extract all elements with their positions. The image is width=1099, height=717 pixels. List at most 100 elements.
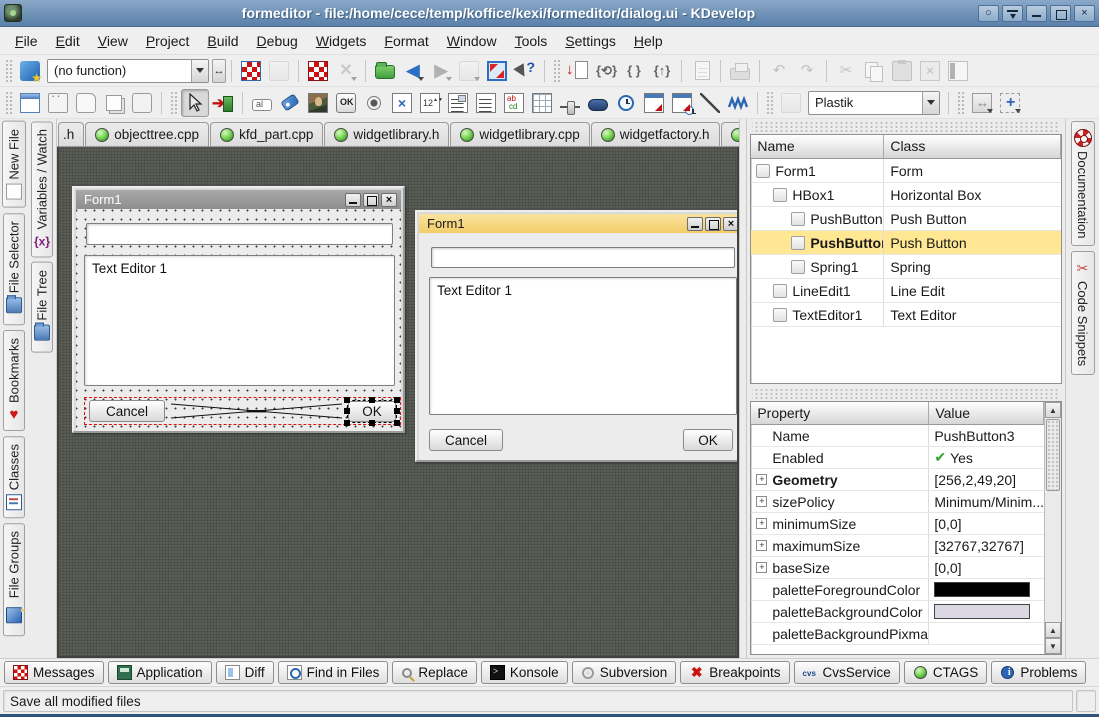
text-editor-widget[interactable]: Text Editor 1: [429, 277, 737, 415]
toolbar-drag-handle[interactable]: [553, 59, 561, 83]
tree-row-selected[interactable]: PushButton3 Push Button: [751, 231, 1061, 255]
scroll-up-button[interactable]: ▲: [1045, 622, 1061, 638]
line-widget-button[interactable]: [696, 89, 724, 117]
minimize-button[interactable]: [1026, 5, 1047, 22]
property-row-clipped[interactable]: paletteBackgroundPixmap: [751, 623, 1044, 645]
fullscreen-button[interactable]: [483, 57, 511, 85]
menu-file[interactable]: File: [6, 29, 47, 53]
switch-declaration-button[interactable]: {↑}: [648, 57, 676, 85]
expand-icon[interactable]: +: [756, 518, 767, 529]
column-header-name[interactable]: Name: [751, 135, 884, 159]
property-row[interactable]: +Geometry [256,2,49,20]: [751, 469, 1044, 491]
dock-tab-file-selector[interactable]: File Selector: [3, 213, 25, 325]
menu-edit[interactable]: Edit: [47, 29, 89, 53]
editor-tab[interactable]: .h: [58, 122, 84, 146]
dateedit-widget-button[interactable]: [640, 89, 668, 117]
menu-settings[interactable]: Settings: [556, 29, 625, 53]
editor-tab[interactable]: widgetlibrary.cpp: [450, 122, 589, 146]
shade-button[interactable]: [1002, 5, 1023, 22]
checkbox-widget-button[interactable]: ×: [388, 89, 416, 117]
resize-handle[interactable]: [369, 420, 375, 426]
delete-button[interactable]: ×: [916, 57, 944, 85]
dock-tab-classes[interactable]: Classes: [3, 436, 25, 518]
pointer-tool-button[interactable]: [181, 89, 209, 117]
expand-icon[interactable]: +: [756, 496, 767, 507]
goto-line-button[interactable]: [564, 57, 592, 85]
resize-handle[interactable]: [344, 397, 350, 403]
toolview-konsole[interactable]: Konsole: [481, 661, 568, 684]
editor-tab[interactable]: widgetfactory.h: [591, 122, 720, 146]
slider-widget-button[interactable]: [556, 89, 584, 117]
property-row[interactable]: paletteForegroundColor: [751, 579, 1044, 601]
radiobutton-widget-button[interactable]: [360, 89, 388, 117]
toolbar-drag-handle[interactable]: [5, 91, 13, 115]
lineedit-widget-button[interactable]: [248, 89, 276, 117]
dock-tab-bookmarks[interactable]: ♥Bookmarks: [3, 330, 25, 431]
timeedit-widget-button[interactable]: [612, 89, 640, 117]
dock-tab-new-file[interactable]: New File: [2, 121, 26, 208]
property-scrollbar[interactable]: ▲ ▲ ▼: [1044, 402, 1061, 654]
form-titlebar[interactable]: Form1 ×: [419, 214, 739, 233]
property-row[interactable]: +maximumSize [32767,32767]: [751, 535, 1044, 557]
richtext-widget-button[interactable]: [500, 89, 528, 117]
dock-tab-code-snippets[interactable]: ✂Code Snippets: [1071, 251, 1095, 374]
menu-project[interactable]: Project: [137, 29, 199, 53]
form-preview-window[interactable]: Form1 × Text Editor 1 Cancel OK: [415, 210, 739, 462]
menu-build[interactable]: Build: [198, 29, 247, 53]
build-messages-button[interactable]: [237, 57, 265, 85]
form-canvas[interactable]: Text Editor 1 Cancel OK: [76, 209, 401, 431]
textedit-widget-button[interactable]: [472, 89, 500, 117]
stop-button[interactable]: ✕: [332, 57, 360, 85]
combo-resize-handle[interactable]: ↔: [212, 59, 226, 83]
toolbar-drag-handle[interactable]: [766, 91, 774, 115]
copy-button[interactable]: [860, 57, 888, 85]
blank-button[interactable]: [265, 57, 293, 85]
form-maximize-button[interactable]: [705, 217, 721, 231]
maximize-button[interactable]: [1050, 5, 1071, 22]
text-editor-widget[interactable]: Text Editor 1: [84, 255, 395, 386]
menu-format[interactable]: Format: [375, 29, 437, 53]
menu-view[interactable]: View: [89, 29, 137, 53]
tree-row[interactable]: Spring1 Spring: [751, 255, 1061, 279]
tree-row[interactable]: Form1 Form: [751, 159, 1061, 183]
tree-row[interactable]: PushButton Push Button: [751, 207, 1061, 231]
line-edit-widget[interactable]: [86, 223, 393, 245]
listbox-widget-button[interactable]: [444, 89, 472, 117]
expand-icon[interactable]: +: [756, 540, 767, 551]
spring-widget[interactable]: [169, 401, 344, 421]
form-maximize-button[interactable]: [363, 193, 379, 207]
toolbar-drag-handle[interactable]: [170, 91, 178, 115]
scroll-down-button[interactable]: ▼: [1045, 638, 1061, 654]
function-combo[interactable]: (no function): [47, 59, 209, 83]
editor-tab[interactable]: kfd_part.cpp: [210, 122, 323, 146]
ok-button[interactable]: OK: [683, 429, 733, 451]
spring-widget-button[interactable]: [724, 89, 752, 117]
build-project-button[interactable]: [304, 57, 332, 85]
column-header-property[interactable]: Property: [751, 402, 929, 425]
expand-icon[interactable]: +: [756, 562, 767, 573]
toolview-breakpoints[interactable]: ✖Breakpoints: [680, 661, 789, 684]
close-button[interactable]: ×: [1074, 5, 1095, 22]
tree-row[interactable]: TextEditor1 Text Editor: [751, 303, 1061, 327]
editor-tab[interactable]: objecttree.cpp: [85, 122, 209, 146]
chevron-down-icon[interactable]: [191, 60, 208, 82]
line-edit-widget[interactable]: [431, 247, 735, 268]
scroll-up-button[interactable]: ▲: [1045, 402, 1061, 418]
form-close-button[interactable]: ×: [723, 217, 739, 231]
toolview-diff[interactable]: Diff: [216, 661, 274, 684]
recent-files-button[interactable]: [455, 57, 483, 85]
print-button[interactable]: [726, 57, 754, 85]
sticky-button[interactable]: ○: [978, 5, 999, 22]
spinbox-widget-button[interactable]: [416, 89, 444, 117]
new-document-button[interactable]: [687, 57, 715, 85]
dock-tab-file-tree[interactable]: File Tree: [31, 262, 53, 353]
form-titlebar[interactable]: Form1 ×: [76, 190, 401, 209]
property-value[interactable]: [0,0]: [929, 516, 1044, 532]
redo-button[interactable]: ↷: [793, 57, 821, 85]
menu-widgets[interactable]: Widgets: [307, 29, 376, 53]
style-combo[interactable]: Plastik: [808, 91, 940, 115]
objects-dock-handle[interactable]: [752, 121, 1060, 133]
toolbar-drag-handle[interactable]: [5, 59, 13, 83]
color-swatch-background[interactable]: [934, 604, 1030, 619]
pushbutton-widget-button[interactable]: [332, 89, 360, 117]
